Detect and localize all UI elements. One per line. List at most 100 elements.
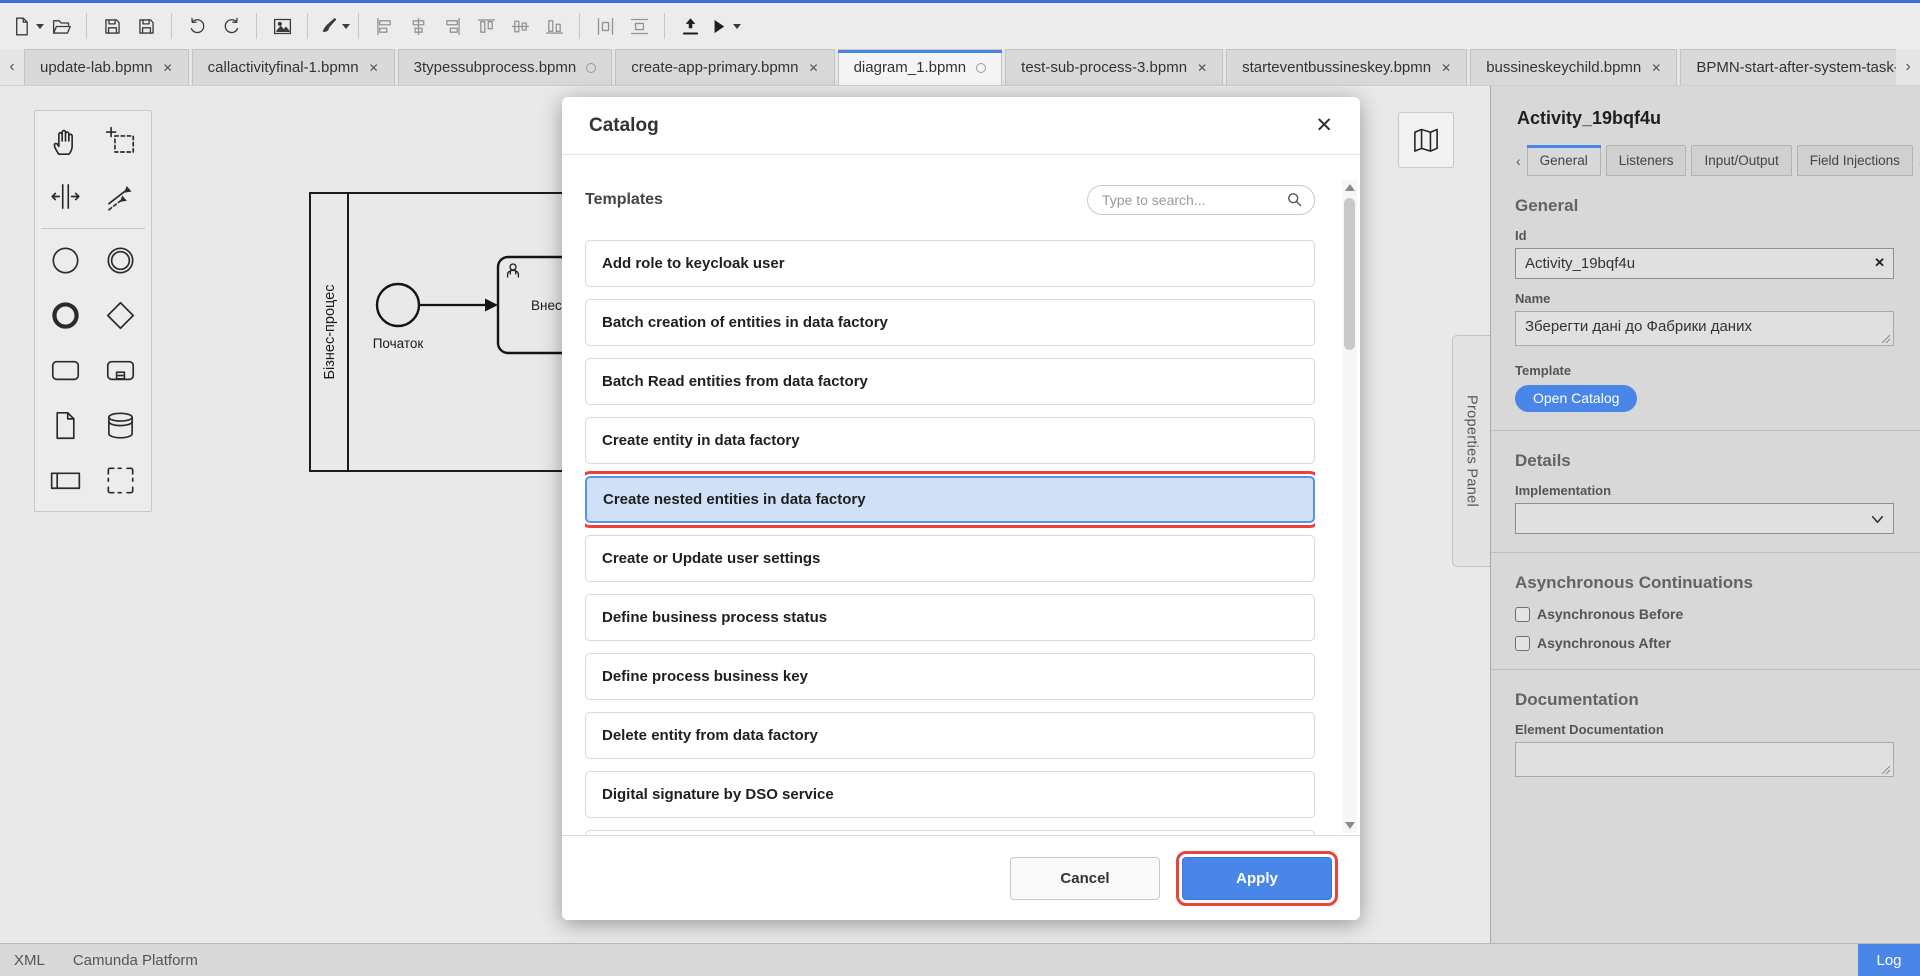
template-item[interactable]: Create entity in data factory <box>585 417 1315 464</box>
tab-label: BPMN-start-after-system-task-by-r <box>1696 59 1896 76</box>
deploy-button[interactable] <box>673 9 707 43</box>
template-item[interactable]: Delete entity from data factory <box>585 712 1315 759</box>
element-documentation-textarea[interactable] <box>1515 742 1894 777</box>
tab-starteventbussineskey.bpmn[interactable]: starteventbussineskey.bpmn✕ <box>1226 49 1467 85</box>
async-after-checkbox[interactable] <box>1515 636 1530 651</box>
implementation-select[interactable] <box>1515 503 1894 534</box>
space-tool-icon <box>50 181 81 212</box>
create-end-event[interactable] <box>38 288 93 343</box>
element-palette <box>34 110 152 512</box>
create-start-event[interactable] <box>38 233 93 288</box>
create-intermediate-event[interactable] <box>93 233 148 288</box>
tab-update-lab.bpmn[interactable]: update-lab.bpmn✕ <box>24 49 189 85</box>
create-data-store[interactable] <box>93 398 148 453</box>
align-left-button[interactable] <box>367 9 401 43</box>
open-file-button[interactable] <box>44 9 78 43</box>
template-item[interactable]: Batch Read entities from data factory <box>585 358 1315 405</box>
align-right-button[interactable] <box>435 9 469 43</box>
tab-callactivityfinal-1.bpmn[interactable]: callactivityfinal-1.bpmn✕ <box>192 49 395 85</box>
template-item[interactable]: Add role to keycloak user <box>585 240 1315 287</box>
textarea-resize-handle[interactable] <box>1881 334 1891 344</box>
minimap-toggle-button[interactable] <box>1398 112 1454 168</box>
template-item[interactable]: Create nested entities in data factory <box>585 476 1315 523</box>
create-subprocess[interactable] <box>93 343 148 398</box>
properties-tabs-scroll-left[interactable]: ‹ <box>1515 153 1522 176</box>
tab-close-icon[interactable]: ✕ <box>1651 61 1661 75</box>
start-event[interactable]: Початок <box>373 284 424 351</box>
tab-close-icon[interactable]: ✕ <box>163 61 173 75</box>
properties-tab-input-output[interactable]: Input/Output <box>1691 145 1791 176</box>
tab-3typessubprocess.bpmn[interactable]: 3typessubprocess.bpmn <box>398 49 613 85</box>
create-task[interactable] <box>38 343 93 398</box>
space-tool[interactable] <box>38 169 93 224</box>
undo-button[interactable] <box>180 9 214 43</box>
name-textarea[interactable]: Зберегти дані до Фабрики даних <box>1515 311 1894 346</box>
log-button[interactable]: Log <box>1858 944 1920 976</box>
global-connect-tool[interactable] <box>93 169 148 224</box>
export-image-button[interactable] <box>265 9 299 43</box>
template-search-input[interactable] <box>1102 192 1287 208</box>
name-label: Name <box>1515 291 1894 306</box>
tab-close-icon[interactable]: ✕ <box>1441 61 1451 75</box>
redo-button[interactable] <box>214 9 248 43</box>
window-accent-bar <box>0 0 1920 3</box>
template-item[interactable]: Create or Update user settings <box>585 535 1315 582</box>
lasso-tool[interactable] <box>93 114 148 169</box>
create-group[interactable] <box>93 453 148 508</box>
start-process-caret-icon[interactable] <box>733 24 741 29</box>
tab-bussineskeychild.bpmn[interactable]: bussineskeychild.bpmn✕ <box>1470 49 1677 85</box>
tab-diagram_1.bpmn[interactable]: diagram_1.bpmn <box>838 49 1003 85</box>
tab-close-icon[interactable]: ✕ <box>1197 61 1207 75</box>
save-button[interactable] <box>95 9 129 43</box>
new-file-button[interactable] <box>10 9 44 43</box>
id-input[interactable] <box>1515 248 1894 279</box>
apply-button[interactable]: Apply <box>1182 857 1332 900</box>
template-item[interactable]: Define business process status <box>585 594 1315 641</box>
template-list-scrollbar[interactable] <box>1342 180 1357 833</box>
statusbar-item[interactable]: XML <box>14 952 45 969</box>
tab-close-icon[interactable]: ✕ <box>809 61 819 75</box>
cancel-button[interactable]: Cancel <box>1010 857 1160 900</box>
id-clear-icon[interactable]: ✕ <box>1874 255 1885 271</box>
tab-test-sub-process-3.bpmn[interactable]: test-sub-process-3.bpmn✕ <box>1005 49 1223 85</box>
textarea-resize-handle[interactable] <box>1881 765 1891 775</box>
create-participant[interactable] <box>38 453 93 508</box>
template-item[interactable]: Define process business key <box>585 653 1315 700</box>
tab-BPMN-start-after-system-task-by-r[interactable]: BPMN-start-after-system-task-by-r <box>1680 49 1896 85</box>
template-item[interactable]: Batch creation of entities in data facto… <box>585 299 1315 346</box>
set-color-caret-icon[interactable] <box>342 24 350 29</box>
properties-tab-listeners[interactable]: Listeners <box>1606 145 1687 176</box>
async-before-checkbox[interactable] <box>1515 607 1530 622</box>
distribute-horizontally-button[interactable] <box>588 9 622 43</box>
tab-close-icon[interactable]: ✕ <box>369 61 379 75</box>
properties-panel-toggle[interactable]: Properties Panel <box>1452 335 1490 567</box>
properties-tab-field-injections[interactable]: Field Injections <box>1797 145 1913 176</box>
scrollbar-thumb[interactable] <box>1344 198 1355 350</box>
template-search[interactable] <box>1087 185 1315 215</box>
start-process-button[interactable] <box>707 9 741 43</box>
chevron-down-icon <box>1870 512 1885 527</box>
align-top-button[interactable] <box>469 9 503 43</box>
new-file-caret-icon[interactable] <box>36 24 44 29</box>
save-as-button[interactable] <box>129 9 163 43</box>
align-bottom-button[interactable] <box>537 9 571 43</box>
sequence-flow[interactable] <box>420 299 498 312</box>
scrollbar-up-icon[interactable] <box>1345 184 1355 191</box>
align-center-button[interactable] <box>401 9 435 43</box>
scrollbar-down-icon[interactable] <box>1345 822 1355 829</box>
properties-tab-general[interactable]: General <box>1527 145 1601 176</box>
statusbar-item[interactable]: Camunda Platform <box>73 952 198 969</box>
create-gateway[interactable] <box>93 288 148 343</box>
template-item[interactable]: Digital signature by DSO service <box>585 771 1315 818</box>
tab-scroll-left-button[interactable]: ‹ <box>0 49 24 85</box>
hand-tool[interactable] <box>38 114 93 169</box>
tab-scroll-right-button[interactable]: › <box>1896 49 1920 85</box>
tab-create-app-primary.bpmn[interactable]: create-app-primary.bpmn✕ <box>615 49 834 85</box>
open-catalog-button[interactable]: Open Catalog <box>1515 385 1637 412</box>
create-data-object[interactable] <box>38 398 93 453</box>
align-middle-button[interactable] <box>503 9 537 43</box>
set-color-button[interactable] <box>316 9 350 43</box>
catalog-close-icon[interactable]: ✕ <box>1315 115 1333 136</box>
distribute-vertically-button[interactable] <box>622 9 656 43</box>
start-event-label: Початок <box>373 336 424 351</box>
